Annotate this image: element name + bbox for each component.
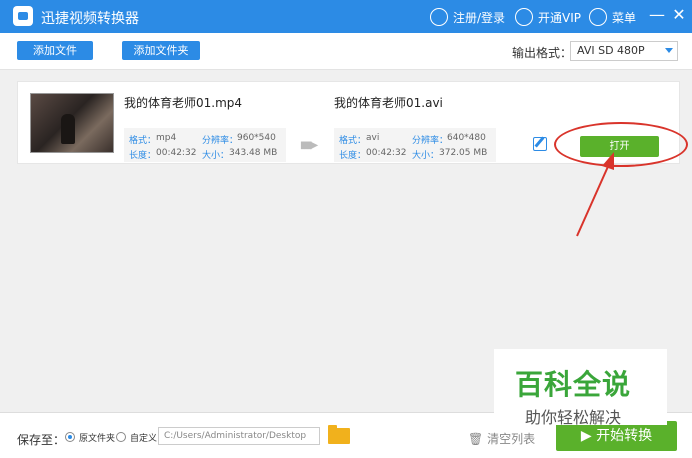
menu-button[interactable]: 菜单 <box>589 8 636 26</box>
close-button[interactable]: ✕ <box>670 6 688 24</box>
source-format: mp4 <box>156 133 177 143</box>
source-format-label: 格式： <box>129 136 157 146</box>
watermark: 百科全说 助你轻松解决 <box>494 349 667 427</box>
title-bar: 迅捷视频转换器 注册/登录 开通VIP 菜单 — ✕ <box>0 0 692 33</box>
app-title: 迅捷视频转换器 <box>41 11 139 27</box>
add-file-button[interactable]: 添加文件 <box>17 41 93 60</box>
watermark-subtitle: 助你轻松解决 <box>525 408 622 427</box>
output-format-label: 输出格式： <box>512 46 573 60</box>
user-icon <box>430 8 448 26</box>
menu-label: 菜单 <box>612 10 637 25</box>
vip-label: 开通VIP <box>538 10 581 25</box>
source-duration-label: 长度： <box>129 151 157 161</box>
target-size: 372.05 MB <box>439 148 488 158</box>
cart-icon <box>515 8 533 26</box>
source-size: 343.48 MB <box>229 148 278 158</box>
play-icon: ▶ <box>580 428 592 444</box>
save-path-input[interactable] <box>158 427 320 445</box>
original-folder-label: 原文件夹 <box>79 434 116 444</box>
convert-arrow-icon: ▮▮▮▶ <box>300 140 318 151</box>
video-thumbnail <box>30 93 114 153</box>
source-info: 格式： mp4 分辨率： 960*540 长度： 00:42:32 大小： 34… <box>124 128 286 162</box>
target-duration: 00:42:32 <box>366 148 407 158</box>
highlight-ellipse <box>554 122 688 167</box>
login-label: 注册/登录 <box>453 10 506 25</box>
app-logo-icon <box>13 6 33 26</box>
edit-icon[interactable] <box>533 137 547 151</box>
source-resolution: 960*540 <box>237 133 276 143</box>
target-duration-label: 长度： <box>339 151 367 161</box>
clear-list-label: 清空列表 <box>487 432 536 446</box>
layers-icon <box>589 8 607 26</box>
trash-icon: 🗑 <box>468 432 484 446</box>
source-size-label: 大小： <box>202 151 230 161</box>
target-resolution: 640*480 <box>447 133 486 143</box>
target-resolution-label: 分辨率： <box>412 136 449 146</box>
folder-icon[interactable] <box>328 425 350 444</box>
target-size-label: 大小： <box>412 151 440 161</box>
output-format-value: AVI SD 480P <box>577 44 645 57</box>
target-info: 格式： avi 分辨率： 640*480 长度： 00:42:32 大小： 37… <box>334 128 496 162</box>
watermark-title: 百科全说 <box>515 368 632 401</box>
source-duration: 00:42:32 <box>156 148 197 158</box>
vip-button[interactable]: 开通VIP <box>515 8 581 26</box>
target-file-name: 我的体育老师01.avi <box>334 96 443 110</box>
conversion-task-row: 我的体育老师01.mp4 格式： mp4 分辨率： 960*540 长度： 00… <box>17 81 688 167</box>
output-format-select[interactable]: AVI SD 480P <box>570 41 678 61</box>
chevron-down-icon <box>665 48 673 53</box>
target-format: avi <box>366 133 380 143</box>
login-button[interactable]: 注册/登录 <box>430 8 505 26</box>
toolbar: 添加文件 添加文件夹 输出格式： AVI SD 480P <box>0 33 692 70</box>
source-file-name: 我的体育老师01.mp4 <box>124 96 243 110</box>
minimize-button[interactable]: — <box>648 6 666 24</box>
radio-custom[interactable] <box>116 432 126 442</box>
custom-label: 自定义 <box>130 434 158 444</box>
save-to-label: 保存至： <box>17 433 66 447</box>
target-format-label: 格式： <box>339 136 367 146</box>
radio-original-folder[interactable] <box>65 432 75 442</box>
clear-list-button[interactable]: 🗑 清空列表 <box>468 430 535 447</box>
add-folder-button[interactable]: 添加文件夹 <box>122 41 200 60</box>
start-convert-label: 开始转换 <box>596 428 653 444</box>
source-resolution-label: 分辨率： <box>202 136 239 146</box>
